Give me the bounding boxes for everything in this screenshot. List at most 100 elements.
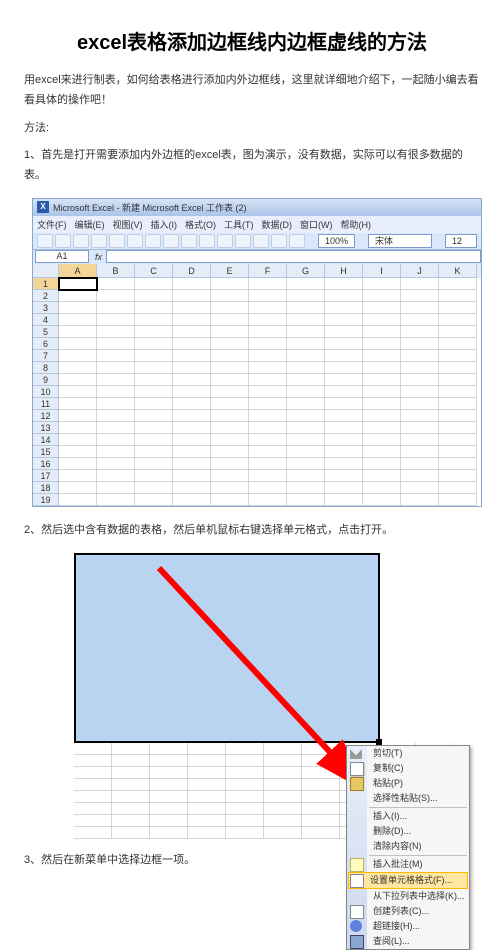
context-menu-clear[interactable]: 清除内容(N) [369, 839, 469, 854]
cell[interactable] [287, 434, 325, 446]
col-header-F[interactable]: F [249, 264, 287, 278]
cell[interactable] [325, 290, 363, 302]
cell[interactable] [135, 314, 173, 326]
context-menu-insert[interactable]: 插入(I)... [369, 809, 469, 824]
cell[interactable] [363, 278, 401, 290]
cell[interactable] [74, 791, 112, 803]
cell[interactable] [249, 458, 287, 470]
cell[interactable] [363, 326, 401, 338]
row-header[interactable]: 11 [33, 398, 59, 410]
row-header[interactable]: 2 [33, 290, 59, 302]
cell[interactable] [211, 362, 249, 374]
cell[interactable] [401, 302, 439, 314]
cell[interactable] [188, 743, 226, 755]
cell[interactable] [439, 494, 477, 506]
cell[interactable] [112, 767, 150, 779]
cell[interactable] [135, 374, 173, 386]
cell[interactable] [59, 386, 97, 398]
cell[interactable] [287, 374, 325, 386]
cell[interactable] [150, 743, 188, 755]
cell[interactable] [439, 470, 477, 482]
cell[interactable] [97, 410, 135, 422]
col-header-K[interactable]: K [439, 264, 477, 278]
cell[interactable] [188, 803, 226, 815]
cell[interactable] [439, 326, 477, 338]
cell[interactable] [439, 458, 477, 470]
cell[interactable] [211, 386, 249, 398]
cell[interactable] [287, 458, 325, 470]
col-header-E[interactable]: E [211, 264, 249, 278]
toolbar-button[interactable] [253, 234, 269, 248]
cell[interactable] [173, 386, 211, 398]
cell[interactable] [173, 374, 211, 386]
cell[interactable] [97, 290, 135, 302]
cell[interactable] [173, 434, 211, 446]
cell[interactable] [173, 278, 211, 290]
cell[interactable] [211, 290, 249, 302]
toolbar-button[interactable] [271, 234, 287, 248]
cell[interactable] [249, 398, 287, 410]
selected-range[interactable] [74, 553, 380, 743]
cell[interactable] [211, 314, 249, 326]
cell[interactable] [363, 398, 401, 410]
cell[interactable] [188, 791, 226, 803]
cell[interactable] [287, 338, 325, 350]
cell[interactable] [226, 755, 264, 767]
cell[interactable] [439, 374, 477, 386]
cell[interactable] [112, 779, 150, 791]
cell[interactable] [97, 338, 135, 350]
cell[interactable] [249, 326, 287, 338]
cell[interactable] [211, 398, 249, 410]
cell[interactable] [211, 278, 249, 290]
row-header[interactable]: 12 [33, 410, 59, 422]
context-menu-format[interactable]: 设置单元格格式(F)... [348, 872, 468, 889]
cell[interactable] [112, 803, 150, 815]
row-header[interactable]: 16 [33, 458, 59, 470]
cell[interactable] [401, 458, 439, 470]
cell[interactable] [97, 362, 135, 374]
cell[interactable] [97, 398, 135, 410]
cell[interactable] [363, 494, 401, 506]
cell[interactable] [135, 422, 173, 434]
cell[interactable] [211, 338, 249, 350]
cell[interactable] [439, 446, 477, 458]
cell[interactable] [401, 434, 439, 446]
cell[interactable] [135, 482, 173, 494]
cell[interactable] [97, 458, 135, 470]
cell[interactable] [287, 302, 325, 314]
cell[interactable] [59, 350, 97, 362]
cell[interactable] [439, 398, 477, 410]
menu-window[interactable]: 窗口(W) [300, 218, 333, 231]
cell[interactable] [135, 434, 173, 446]
toolbar-button[interactable] [235, 234, 251, 248]
cell[interactable] [401, 410, 439, 422]
cell[interactable] [287, 278, 325, 290]
zoom-box[interactable]: 100% [318, 234, 355, 248]
cell[interactable] [287, 482, 325, 494]
context-menu-lookup[interactable]: 查阅(L)... [369, 934, 469, 949]
col-header-C[interactable]: C [135, 264, 173, 278]
cell[interactable] [264, 827, 302, 839]
row-header[interactable]: 6 [33, 338, 59, 350]
cell[interactable] [135, 326, 173, 338]
cell[interactable] [173, 494, 211, 506]
cell[interactable] [439, 482, 477, 494]
cell[interactable] [173, 302, 211, 314]
cell[interactable] [74, 803, 112, 815]
cell[interactable] [97, 434, 135, 446]
menu-help[interactable]: 帮助(H) [341, 218, 372, 231]
cell[interactable] [401, 362, 439, 374]
cell[interactable] [302, 827, 340, 839]
cell[interactable] [188, 779, 226, 791]
cell[interactable] [325, 362, 363, 374]
cell[interactable] [401, 326, 439, 338]
cell[interactable] [173, 458, 211, 470]
cell[interactable] [97, 386, 135, 398]
cell[interactable] [401, 494, 439, 506]
cell[interactable] [249, 446, 287, 458]
cell[interactable] [150, 803, 188, 815]
cell[interactable] [249, 362, 287, 374]
cell[interactable] [59, 410, 97, 422]
cell[interactable] [135, 362, 173, 374]
cell[interactable] [97, 422, 135, 434]
